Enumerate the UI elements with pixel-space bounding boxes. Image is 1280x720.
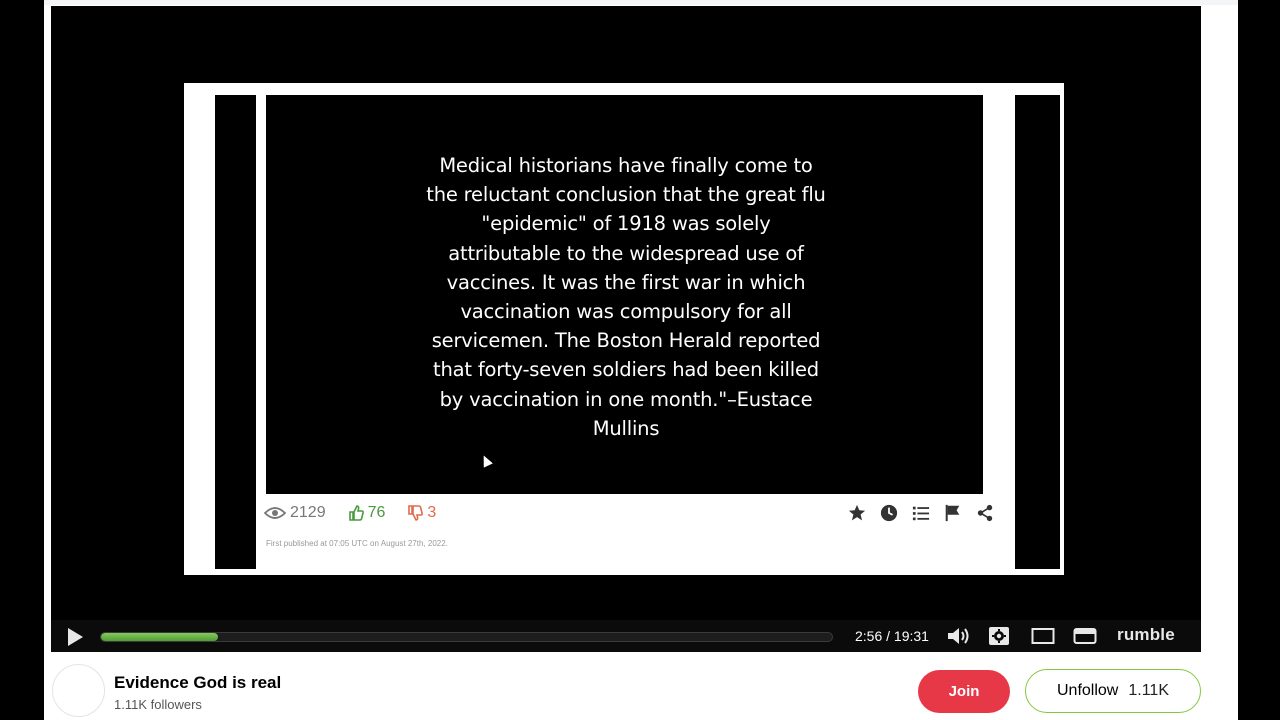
miniplayer-icon[interactable] bbox=[1073, 626, 1097, 646]
unfollow-count: 1.11K bbox=[1128, 682, 1169, 699]
video-player[interactable]: Medical historians have finally come to … bbox=[51, 6, 1201, 652]
share-icon bbox=[977, 504, 993, 522]
dislikes-count: 3 bbox=[427, 504, 437, 521]
quote-text: Medical historians have finally come to … bbox=[426, 154, 826, 440]
channel-name[interactable]: Evidence God is real bbox=[114, 673, 281, 693]
flag-icon bbox=[945, 504, 960, 522]
embedded-screenshot: Medical historians have finally come to … bbox=[215, 95, 1060, 569]
embedded-video: Medical historians have finally come to … bbox=[266, 95, 983, 494]
join-button[interactable]: Join bbox=[918, 670, 1010, 713]
likes-stat: 76 bbox=[348, 504, 386, 522]
embedded-page: Medical historians have finally come to … bbox=[256, 95, 1015, 569]
left-margin bbox=[0, 0, 44, 720]
right-margin bbox=[1238, 0, 1280, 720]
views-stat: 2129 bbox=[264, 504, 326, 522]
thumbs-up-icon bbox=[348, 505, 364, 521]
published-date: First published at 07:05 UTC on August 2… bbox=[266, 539, 448, 548]
mouse-cursor-icon bbox=[479, 453, 493, 468]
progress-fill bbox=[101, 633, 218, 641]
follower-count: 1.11K followers bbox=[114, 697, 202, 712]
volume-icon[interactable] bbox=[947, 626, 971, 646]
unfollow-button[interactable]: Unfollow 1.11K bbox=[1025, 669, 1201, 713]
list-icon bbox=[912, 506, 930, 521]
settings-icon[interactable] bbox=[988, 626, 1010, 646]
clock-icon bbox=[880, 504, 898, 522]
dislikes-stat: 3 bbox=[407, 504, 436, 522]
video-frame: Medical historians have finally come to … bbox=[184, 83, 1064, 575]
views-count: 2129 bbox=[290, 504, 326, 521]
thumbs-down-icon bbox=[408, 505, 424, 521]
player-controls: 2:56 / 19:31 rumble bbox=[51, 620, 1201, 652]
likes-count: 76 bbox=[367, 504, 386, 521]
rumble-logo[interactable]: rumble bbox=[1117, 625, 1175, 645]
embedded-stats-row: 2129 76 3 bbox=[264, 502, 994, 524]
play-icon[interactable] bbox=[65, 627, 85, 647]
unfollow-label: Unfollow bbox=[1057, 682, 1119, 699]
channel-avatar[interactable] bbox=[52, 664, 105, 717]
theater-mode-icon[interactable] bbox=[1031, 626, 1055, 646]
progress-bar[interactable] bbox=[100, 632, 833, 642]
playback-time: 2:56 / 19:31 bbox=[855, 628, 929, 644]
embedded-action-icons bbox=[848, 504, 994, 522]
page-top-strip bbox=[44, 0, 1238, 5]
eye-icon bbox=[264, 507, 286, 519]
star-icon bbox=[848, 504, 866, 521]
